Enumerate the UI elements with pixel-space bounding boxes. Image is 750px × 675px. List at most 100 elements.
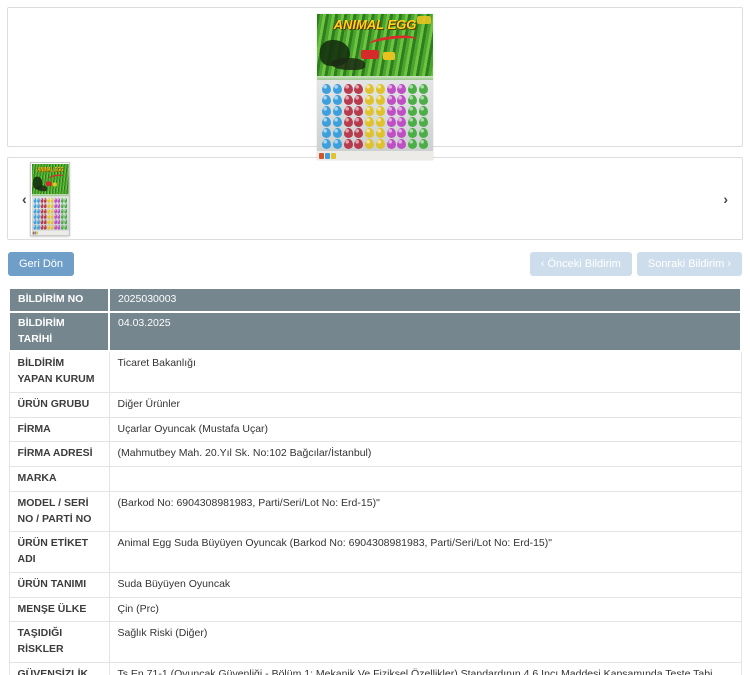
- egg-toy: [47, 208, 51, 214]
- egg-toy: [354, 95, 364, 105]
- field-value: [108, 466, 742, 492]
- egg-toy: [50, 208, 54, 214]
- egg-toy: [408, 139, 418, 149]
- egg-toy: [375, 95, 385, 105]
- egg-toy: [408, 128, 418, 138]
- egg-toy: [36, 208, 40, 214]
- field-label: MODEL / SERİ NO / PARTİ NO: [8, 490, 110, 533]
- egg-toy: [33, 208, 37, 214]
- field-label: FİRMA: [8, 416, 110, 443]
- field-value: 2025030003: [108, 287, 742, 313]
- egg-toy: [354, 117, 364, 127]
- yellow-label-art: [417, 16, 431, 24]
- egg-toy: [386, 117, 396, 127]
- egg-toy: [343, 106, 353, 116]
- egg-toy: [375, 139, 385, 149]
- egg-toy: [332, 106, 342, 116]
- egg-toy: [365, 106, 375, 116]
- egg-toy: [64, 219, 68, 225]
- egg-toy: [36, 224, 40, 230]
- carousel-next-icon[interactable]: ›: [719, 190, 732, 208]
- field-label: MENŞE ÜLKE: [8, 596, 110, 623]
- egg-toy: [332, 95, 342, 105]
- egg-toy: [365, 117, 375, 127]
- field-value: Sağlık Riski (Diğer): [108, 621, 742, 663]
- egg-toy: [47, 198, 51, 203]
- field-label: GÜVENSİZLİK NEDENİ: [8, 661, 110, 675]
- field-label: BİLDİRİM NO: [8, 287, 110, 313]
- egg-toy: [418, 84, 428, 94]
- dinosaur-art: [331, 58, 365, 70]
- egg-toy: [322, 139, 331, 149]
- egg-toy: [60, 203, 64, 209]
- table-row: MODEL / SERİ NO / PARTİ NO (Barkod No: 69…: [8, 490, 742, 533]
- field-label: ÜRÜN GRUBU: [8, 391, 110, 418]
- egg-toy: [60, 224, 64, 230]
- toolbar: Geri Dön ‹ Önceki Bildirim Sonraki Bildi…: [8, 252, 742, 277]
- field-value: Animal Egg Suda Büyüyen Oyuncak (Barkod …: [108, 531, 742, 573]
- colorful-bits: [319, 153, 336, 159]
- field-label: ÜRÜN TANIMI: [8, 571, 110, 598]
- egg-toy: [332, 128, 342, 138]
- egg-toy: [64, 214, 68, 219]
- egg-toy: [60, 208, 64, 214]
- egg-toy: [50, 219, 54, 225]
- egg-toy: [354, 106, 364, 116]
- egg-toy: [332, 117, 342, 127]
- egg-toy: [43, 214, 47, 219]
- egg-toy: [47, 224, 51, 230]
- field-value: Ts En 71-1 (Oyuncak Güvenliği - Bölüm 1:…: [108, 661, 742, 675]
- back-button[interactable]: Geri Dön: [8, 252, 75, 277]
- egg-toy: [33, 224, 37, 230]
- next-notification-button[interactable]: Sonraki Bildirim ›: [636, 252, 742, 277]
- egg-toy: [36, 203, 40, 209]
- table-row: ÜRÜN GRUBU Diğer Ürünler: [8, 391, 742, 418]
- thumbnail-carousel: ‹ ANIMAL EGG ›: [7, 157, 743, 240]
- field-value: Diğer Ürünler: [108, 391, 742, 418]
- egg-toy: [418, 139, 428, 149]
- egg-toy: [33, 219, 37, 225]
- egg-toy: [43, 224, 47, 230]
- egg-toy: [386, 128, 396, 138]
- product-thumbnail[interactable]: ANIMAL EGG: [30, 162, 70, 236]
- egg-toy: [397, 117, 407, 127]
- egg-toy: [36, 198, 40, 203]
- egg-toy: [408, 95, 418, 105]
- egg-toy: [43, 203, 47, 209]
- egg-toy: [60, 219, 64, 225]
- notification-detail-table: BİLDİRİM NO 2025030003 BİLDİRİM TARİHİ 04.0…: [8, 287, 742, 675]
- egg-toy: [408, 106, 418, 116]
- field-label: FİRMA ADRESİ: [8, 441, 110, 468]
- field-value: Uçarlar Oyuncak (Mustafa Uçar): [108, 416, 742, 443]
- egg-toy: [397, 95, 407, 105]
- carousel-prev-icon[interactable]: ‹: [18, 190, 31, 208]
- egg-toy: [365, 95, 375, 105]
- egg-toy: [64, 224, 68, 230]
- egg-toy: [365, 84, 375, 94]
- egg-toy: [354, 139, 364, 149]
- field-value: (Mahmutbey Mah. 20.Yıl Sk. No:102 Bağcıl…: [108, 441, 742, 468]
- egg-toy: [365, 139, 375, 149]
- box-edge: [317, 76, 433, 80]
- field-value: 04.03.2025: [108, 310, 742, 353]
- field-label: BİLDİRİM TARİHİ: [8, 310, 110, 353]
- notification-nav: ‹ Önceki Bildirim Sonraki Bildirim ›: [529, 252, 742, 277]
- egg-toy: [47, 214, 51, 219]
- egg-toy: [375, 117, 385, 127]
- field-label: TAŞIDIĞI RİSKLER: [8, 621, 110, 663]
- egg-toy: [354, 128, 364, 138]
- egg-toy: [397, 139, 407, 149]
- field-label: MARKA: [8, 466, 110, 492]
- field-label: ÜRÜN ETİKET ADI: [8, 531, 110, 573]
- egg-toy: [332, 84, 342, 94]
- table-surface: [317, 151, 433, 160]
- egg-toy: [386, 84, 396, 94]
- egg-toy: [375, 84, 385, 94]
- egg-toy: [36, 214, 40, 219]
- field-value: (Barkod No: 6904308981983, Parti/Seri/Lo…: [108, 490, 742, 533]
- main-image-panel: ANIMAL EGG: [7, 7, 743, 160]
- egg-toy: [375, 128, 385, 138]
- table-row: FİRMA Uçarlar Oyuncak (Mustafa Uçar): [8, 416, 742, 443]
- previous-notification-button[interactable]: ‹ Önceki Bildirim: [529, 252, 632, 277]
- egg-toy: [375, 106, 385, 116]
